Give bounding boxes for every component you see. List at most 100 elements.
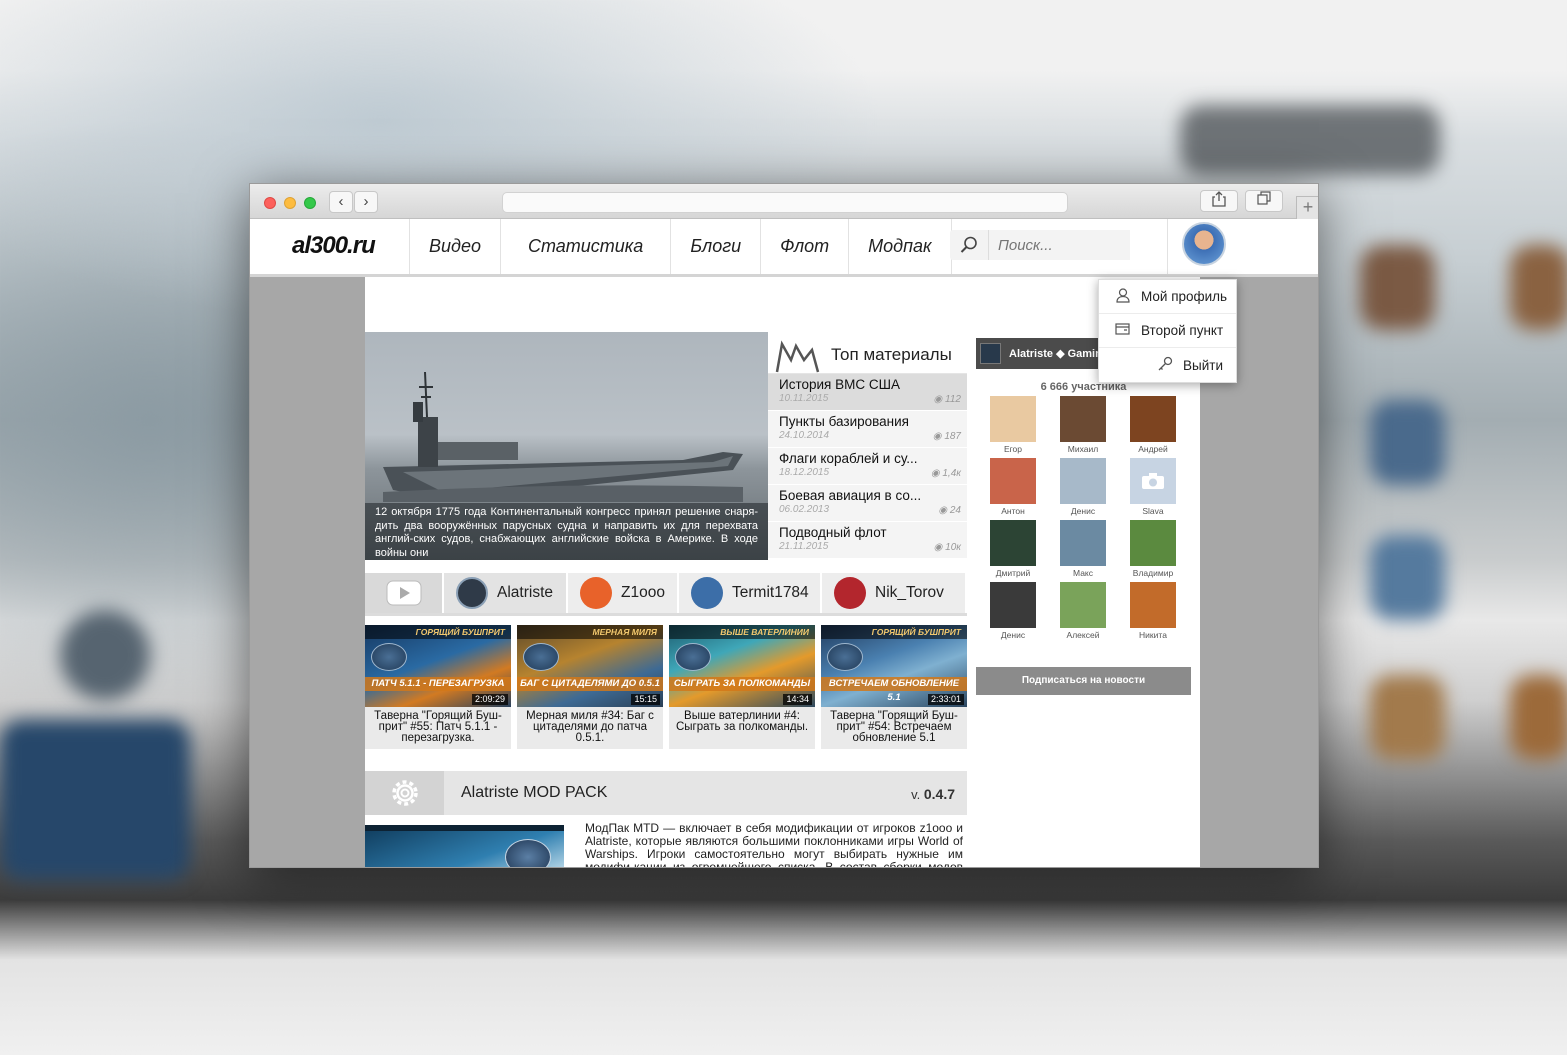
video-card[interactable]: ВЫШЕ ВАТЕРЛИНИИ СЫГРАТЬ ЗА ПОЛКОМАНДЫ 14:3…	[669, 625, 815, 749]
top-material-item[interactable]: Пункты базирования 24.10.2014 ◉ 187	[768, 411, 967, 448]
top-material-item[interactable]: Подводный флот 21.11.2015 ◉ 10к	[768, 522, 967, 559]
camera-icon	[1142, 473, 1164, 489]
video-card[interactable]: ГОРЯЩИЙ БУШПРИТ ПАТЧ 5.1.1 - ПЕРЕЗАГРУЗКА…	[365, 625, 511, 749]
user-dropdown-menu: Мой профиль Второй пункт Выйти	[1098, 279, 1237, 383]
member[interactable]: Михаил	[1059, 396, 1107, 454]
member-photo	[1060, 458, 1106, 504]
top-material-views: ◉ 1,4к	[931, 468, 961, 479]
member-name: Slava	[1142, 506, 1164, 516]
aircraft-carrier-image	[383, 372, 743, 502]
tab-channel-termit1784[interactable]: Termit1784	[679, 573, 822, 613]
site-logo[interactable]: al300.ru	[292, 232, 376, 260]
member[interactable]: Денис	[1059, 458, 1107, 516]
search-input[interactable]	[988, 230, 1130, 260]
tab-channel-nik-torov[interactable]: Nik_Torov	[822, 573, 967, 613]
world-of-warships-logo	[371, 643, 407, 671]
top-material-title: Подводный флот	[779, 525, 887, 540]
views-count: 1,4к	[942, 468, 961, 479]
eye-icon: ◉	[932, 431, 945, 442]
menu-item-video[interactable]: Видео	[409, 219, 500, 274]
member-name: Дмитрий	[995, 568, 1031, 578]
video-card[interactable]: ГОРЯЩИЙ БУШПРИТ ВСТРЕЧАЕМ ОБНОВЛЕНИЕ 5.1 2…	[821, 625, 967, 749]
member-name: Антон	[1001, 506, 1025, 516]
member[interactable]: Андрей	[1129, 396, 1177, 454]
background-blur	[1370, 675, 1445, 760]
card-icon	[1113, 322, 1133, 339]
top-material-item[interactable]: История ВМС США 10.11.2015 ◉ 112	[768, 374, 967, 411]
menu-item-fleet[interactable]: Флот	[760, 219, 848, 274]
top-material-views: ◉ 187	[933, 431, 961, 442]
video-banner: ГОРЯЩИЙ БУШПРИТ	[365, 625, 511, 639]
modpack-screenshot[interactable]	[365, 825, 564, 867]
member-photo	[990, 458, 1036, 504]
member[interactable]: Денис	[989, 582, 1037, 640]
menu-item-my-profile[interactable]: Мой профиль	[1099, 280, 1236, 314]
channel-tabs: Alatriste Z1ooo Termit1784 Nik_Torov	[365, 573, 967, 616]
search-icon	[960, 236, 977, 253]
version-prefix: v.	[911, 787, 921, 802]
top-material-title: Боевая авиация в со...	[779, 488, 922, 503]
top-material-item[interactable]: Боевая авиация в со... 06.02.2013 ◉ 24	[768, 485, 967, 522]
video-duration: 14:34	[783, 694, 812, 705]
member[interactable]: Макс	[1059, 520, 1107, 578]
chevron-left-icon: ‹	[338, 193, 344, 210]
top-material-item[interactable]: Флаги кораблей и су... 18.12.2015 ◉ 1,4к	[768, 448, 967, 485]
channel-name: Termit1784	[732, 584, 809, 601]
menu-item-blogs[interactable]: Блоги	[670, 219, 760, 274]
forward-button[interactable]: ›	[354, 191, 378, 213]
channel-avatar	[456, 577, 488, 609]
modpack-icon-box	[365, 771, 444, 815]
gear-icon	[391, 780, 418, 806]
top-materials-header: Топ материалы	[768, 332, 967, 374]
modpack-header[interactable]: Alatriste MOD PACK v. 0.4.7	[365, 771, 967, 815]
video-headline: БАГ С ЦИТАДЕЛЯМИ ДО 0.5.1	[517, 677, 663, 691]
member[interactable]: Алексей	[1059, 582, 1107, 640]
tab-channel-alatriste[interactable]: Alatriste	[444, 573, 568, 613]
channel-name: Z1ooo	[621, 584, 665, 601]
background-blur	[1370, 400, 1445, 485]
user-avatar[interactable]	[1182, 222, 1226, 266]
top-material-date: 21.11.2015	[779, 541, 829, 552]
member[interactable]: Антон	[989, 458, 1037, 516]
tab-channel-z1ooo[interactable]: Z1ooo	[568, 573, 679, 613]
user-icon	[1113, 287, 1133, 306]
video-banner: ВЫШЕ ВАТЕРЛИНИИ	[669, 625, 815, 639]
maximize-window-button[interactable]	[304, 197, 316, 209]
world-of-warships-logo	[505, 839, 551, 867]
video-duration: 15:15	[631, 694, 660, 705]
background-blur	[1360, 245, 1435, 330]
eye-icon: ◉	[933, 394, 946, 405]
key-icon	[1155, 356, 1175, 375]
member[interactable]: Никита	[1129, 582, 1177, 640]
main-menu: Видео Статистика Блоги Флот Модпак	[409, 219, 952, 274]
back-button[interactable]: ‹	[329, 191, 353, 213]
top-material-date: 10.11.2015	[779, 393, 829, 404]
minimize-window-button[interactable]	[284, 197, 296, 209]
menu-item-logout[interactable]: Выйти	[1099, 348, 1236, 382]
search-button[interactable]	[950, 230, 988, 260]
member[interactable]: Slava	[1129, 458, 1177, 516]
video-card[interactable]: МЕРНАЯ МИЛЯ БАГ С ЦИТАДЕЛЯМИ ДО 0.5.1 15:1…	[517, 625, 663, 749]
close-window-button[interactable]	[264, 197, 276, 209]
hero-banner[interactable]: 12 октября 1775 года Континентальный кон…	[365, 332, 768, 560]
menu-item-stats[interactable]: Статистика	[500, 219, 670, 274]
video-duration: 2:09:29	[471, 694, 508, 705]
share-button[interactable]	[1200, 190, 1238, 212]
background-blur	[1180, 105, 1440, 175]
video-title: Выше ватерлинии #4: Сыграть за полкоманд…	[675, 710, 809, 733]
member-name: Егор	[1003, 444, 1023, 454]
member[interactable]: Владимир	[1129, 520, 1177, 578]
address-bar[interactable]	[502, 192, 1068, 213]
member[interactable]: Дмитрий	[989, 520, 1037, 578]
top-material-views: ◉ 112	[934, 394, 961, 405]
menu-item-modpack[interactable]: Модпак	[848, 219, 952, 274]
new-tab-button[interactable]: +	[1296, 196, 1318, 220]
tab-youtube[interactable]	[365, 573, 444, 613]
tabs-button[interactable]	[1245, 190, 1283, 212]
version-number: 0.4.7	[923, 786, 955, 802]
menu-item-second[interactable]: Второй пункт	[1099, 314, 1236, 348]
member[interactable]: Егор	[989, 396, 1037, 454]
subscribe-button[interactable]: Подписаться на новости	[976, 667, 1191, 695]
hero-caption: 12 октября 1775 года Континентальный кон…	[365, 503, 768, 560]
eye-icon: ◉	[930, 468, 943, 479]
